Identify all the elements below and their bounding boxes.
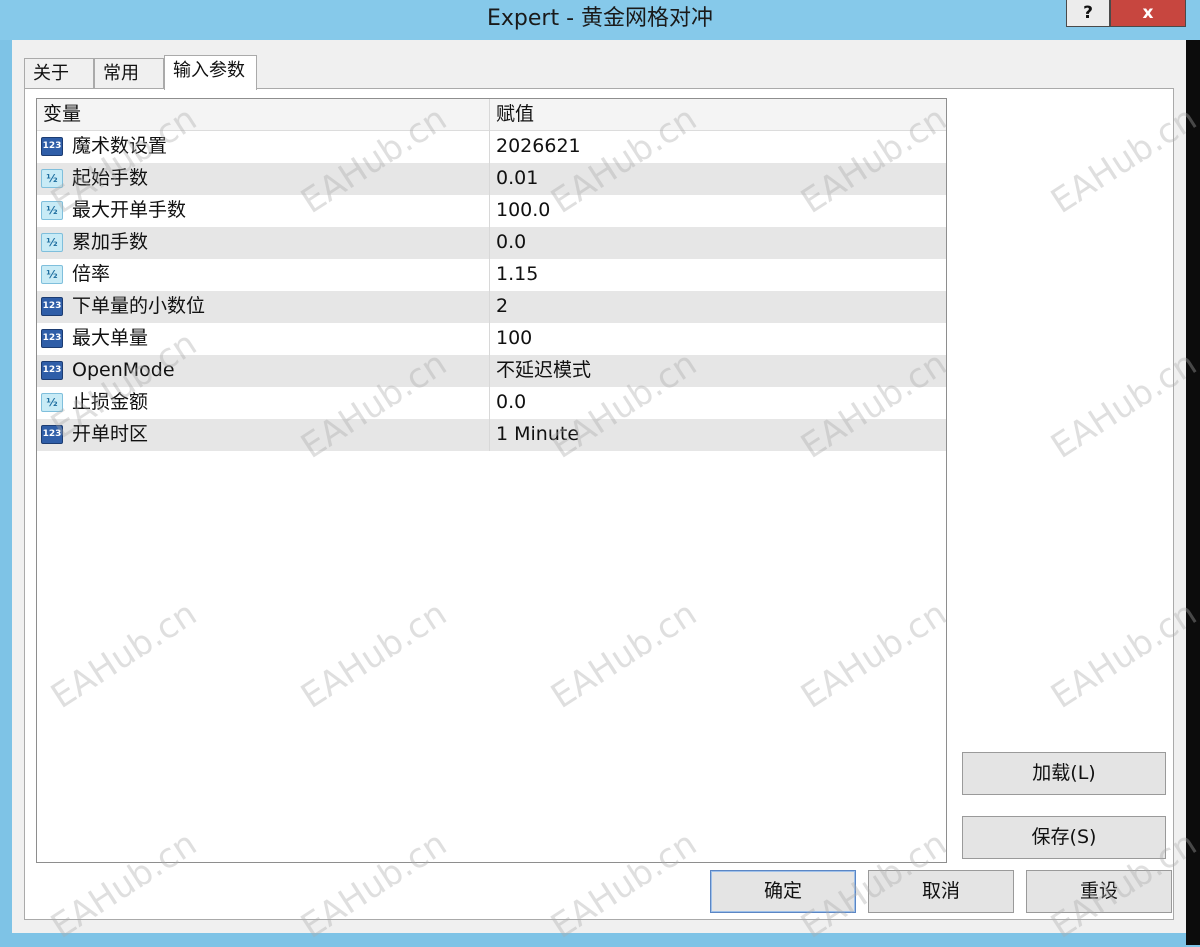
parameters-grid[interactable]: 变量 赋值 123 魔术数设置 2026621 ½ 起始手数 0.01 ½ 最大… (36, 98, 947, 863)
param-value-cell[interactable]: 1 Minute (490, 419, 946, 451)
param-value-cell[interactable]: 2026621 (490, 131, 946, 163)
param-name: 开单时区 (72, 423, 149, 445)
save-button[interactable]: 保存(S) (962, 816, 1166, 859)
param-name: 倍率 (72, 263, 111, 285)
double-param-icon: ½ (41, 393, 63, 412)
tab-common[interactable]: 常用 (94, 58, 164, 89)
tab-about[interactable]: 关于 (24, 58, 94, 89)
param-name: 最大开单手数 (72, 199, 187, 221)
param-name-cell: 123 开单时区 (37, 419, 490, 451)
param-row-start-lots[interactable]: ½ 起始手数 0.01 (37, 163, 946, 195)
param-row-max-orders[interactable]: 123 最大单量 100 (37, 323, 946, 355)
param-value[interactable]: 100 (496, 323, 532, 355)
param-value[interactable]: 2 (496, 291, 508, 323)
help-button[interactable]: ? (1066, 0, 1110, 27)
param-value[interactable]: 100.0 (496, 195, 550, 227)
double-param-icon: ½ (41, 169, 63, 188)
param-name: 累加手数 (72, 231, 149, 253)
param-row-magic-number[interactable]: 123 魔术数设置 2026621 (37, 131, 946, 163)
param-name: 起始手数 (72, 167, 149, 189)
param-name: OpenMode (72, 359, 175, 381)
param-value-cell[interactable]: 0.01 (490, 163, 946, 195)
double-param-icon: ½ (41, 233, 63, 252)
param-name-cell: ½ 起始手数 (37, 163, 490, 195)
param-value-cell[interactable]: 2 (490, 291, 946, 323)
param-name-cell: 123 最大单量 (37, 323, 490, 355)
param-row-open-mode[interactable]: 123 OpenMode 不延迟模式 (37, 355, 946, 387)
background-chart-edge (1186, 40, 1200, 945)
reset-button[interactable]: 重设 (1026, 870, 1172, 913)
enum-param-icon: 123 (41, 425, 63, 444)
header-variable-cell[interactable]: 变量 (37, 99, 490, 131)
dialog-client-area: 关于 常用 输入参数 变量 赋值 123 魔术数设置 2026621 ½ 起始手… (12, 40, 1186, 933)
param-name: 最大单量 (72, 327, 149, 349)
param-name: 止损金额 (72, 391, 149, 413)
double-param-icon: ½ (41, 265, 63, 284)
param-value[interactable]: 0.0 (496, 227, 526, 259)
tab-inputs[interactable]: 输入参数 (164, 55, 257, 90)
integer-param-icon: 123 (41, 329, 63, 348)
param-name-cell: 123 魔术数设置 (37, 131, 490, 163)
param-row-add-lots[interactable]: ½ 累加手数 0.0 (37, 227, 946, 259)
param-value-cell[interactable]: 0.0 (490, 387, 946, 419)
close-button[interactable]: x (1110, 0, 1186, 27)
header-value-cell[interactable]: 赋值 (490, 99, 946, 131)
integer-param-icon: 123 (41, 297, 63, 316)
param-name-cell: ½ 累加手数 (37, 227, 490, 259)
param-row-open-timeframe[interactable]: 123 开单时区 1 Minute (37, 419, 946, 451)
cancel-button[interactable]: 取消 (868, 870, 1014, 913)
title-bar[interactable]: Expert - 黄金网格对冲 (0, 0, 1200, 40)
header-value-label: 赋值 (496, 103, 535, 125)
param-name-cell: 123 OpenMode (37, 355, 490, 387)
param-row-lot-decimals[interactable]: 123 下单量的小数位 2 (37, 291, 946, 323)
param-name-cell: 123 下单量的小数位 (37, 291, 490, 323)
param-name: 下单量的小数位 (72, 295, 206, 317)
param-value[interactable]: 不延迟模式 (496, 355, 591, 387)
param-row-multiplier[interactable]: ½ 倍率 1.15 (37, 259, 946, 291)
param-value-cell[interactable]: 不延迟模式 (490, 355, 946, 387)
param-value[interactable]: 1.15 (496, 259, 538, 291)
load-button[interactable]: 加载(L) (962, 752, 1166, 795)
param-value[interactable]: 0.01 (496, 163, 538, 195)
param-name-cell: ½ 倍率 (37, 259, 490, 291)
param-value-cell[interactable]: 100.0 (490, 195, 946, 227)
param-name: 魔术数设置 (72, 135, 168, 157)
param-value-cell[interactable]: 1.15 (490, 259, 946, 291)
param-name-cell: ½ 止损金额 (37, 387, 490, 419)
param-row-stop-loss-amount[interactable]: ½ 止损金额 0.0 (37, 387, 946, 419)
param-value[interactable]: 1 Minute (496, 419, 579, 451)
grid-header: 变量 赋值 (37, 99, 946, 131)
integer-param-icon: 123 (41, 137, 63, 156)
param-value-cell[interactable]: 100 (490, 323, 946, 355)
param-value-cell[interactable]: 0.0 (490, 227, 946, 259)
param-name-cell: ½ 最大开单手数 (37, 195, 490, 227)
enum-param-icon: 123 (41, 361, 63, 380)
double-param-icon: ½ (41, 201, 63, 220)
header-variable-label: 变量 (43, 103, 82, 125)
window-title: Expert - 黄金网格对冲 (486, 6, 714, 31)
param-value[interactable]: 0.0 (496, 387, 526, 419)
param-row-max-open-lots[interactable]: ½ 最大开单手数 100.0 (37, 195, 946, 227)
param-value[interactable]: 2026621 (496, 131, 581, 163)
ok-button[interactable]: 确定 (710, 870, 856, 913)
